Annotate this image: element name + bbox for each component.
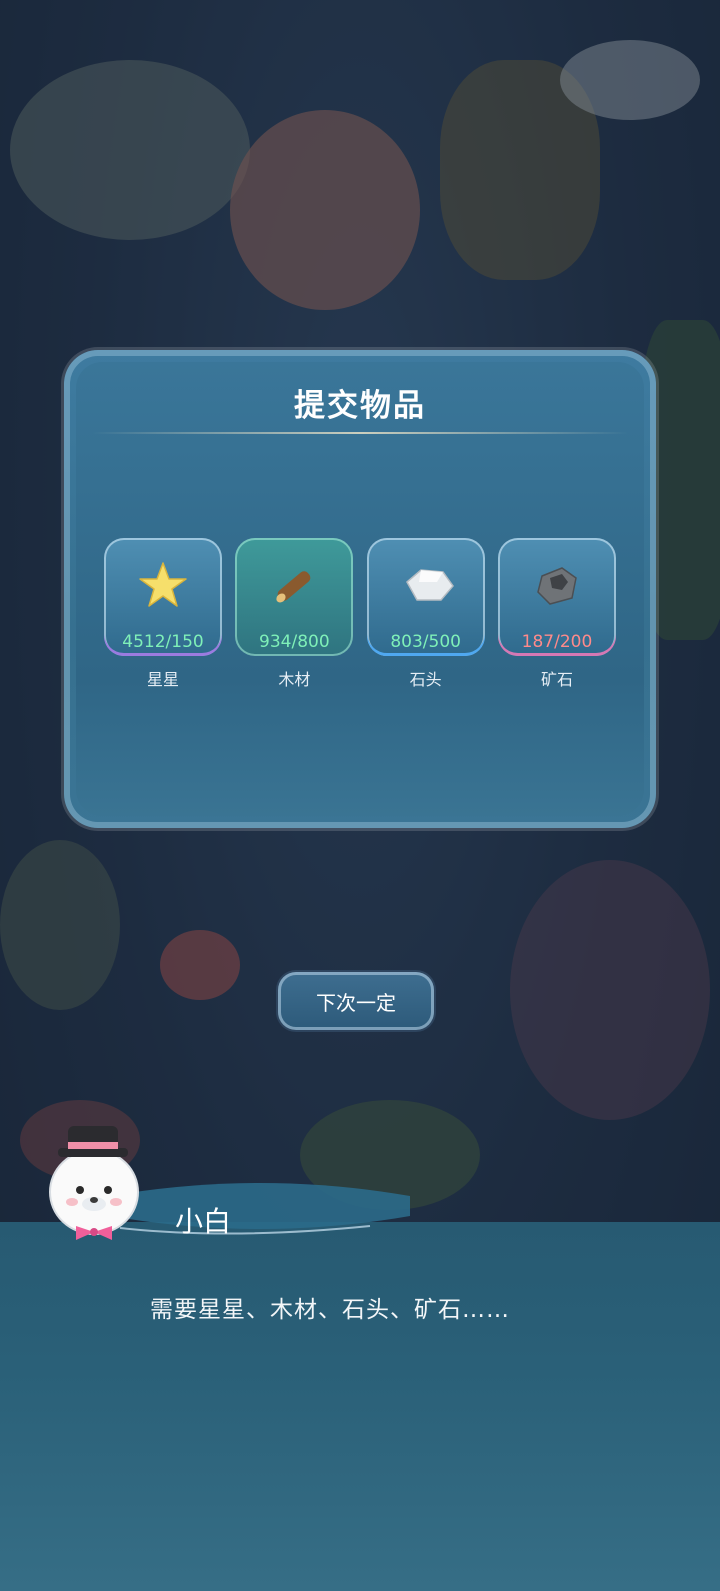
- dialogue-text: 需要星星、木材、石头、矿石……: [150, 1297, 510, 1323]
- item-ore[interactable]: 187/200 矿石: [497, 538, 616, 690]
- item-count: 934/800: [259, 632, 330, 652]
- stone-icon: [401, 560, 454, 610]
- item-card[interactable]: 934/800: [235, 538, 354, 656]
- wood-log-icon: [269, 560, 319, 610]
- next-time-button[interactable]: 下次一定: [278, 972, 434, 1030]
- ore-icon: [532, 560, 582, 610]
- item-label: 矿石: [540, 670, 573, 689]
- star-icon: [138, 560, 188, 610]
- submit-items-dialog: 提交物品 4512/150 星星 934/800 木材 803/500 石头 1…: [64, 350, 656, 828]
- item-label: 星星: [146, 670, 179, 689]
- item-card[interactable]: 803/500: [366, 538, 485, 656]
- item-wood[interactable]: 934/800 木材: [235, 538, 354, 690]
- item-label: 木材: [278, 670, 311, 689]
- item-card[interactable]: 187/200: [497, 538, 616, 656]
- item-card[interactable]: 4512/150: [104, 538, 222, 656]
- item-label: 石头: [409, 670, 442, 689]
- item-count: 4512/150: [122, 632, 204, 652]
- title-divider: [92, 432, 628, 434]
- dialogue-box[interactable]: [0, 1222, 720, 1591]
- dialog-title: 提交物品: [294, 388, 426, 424]
- item-stone[interactable]: 803/500 石头: [366, 538, 485, 690]
- speaker-name: 小白: [175, 1205, 232, 1238]
- item-count: 803/500: [390, 632, 461, 652]
- item-count: 187/200: [521, 632, 593, 652]
- seal-avatar: [26, 1108, 166, 1248]
- item-star[interactable]: 4512/150 星星: [104, 538, 222, 690]
- item-list: 4512/150 星星 934/800 木材 803/500 石头 187/20…: [104, 538, 616, 690]
